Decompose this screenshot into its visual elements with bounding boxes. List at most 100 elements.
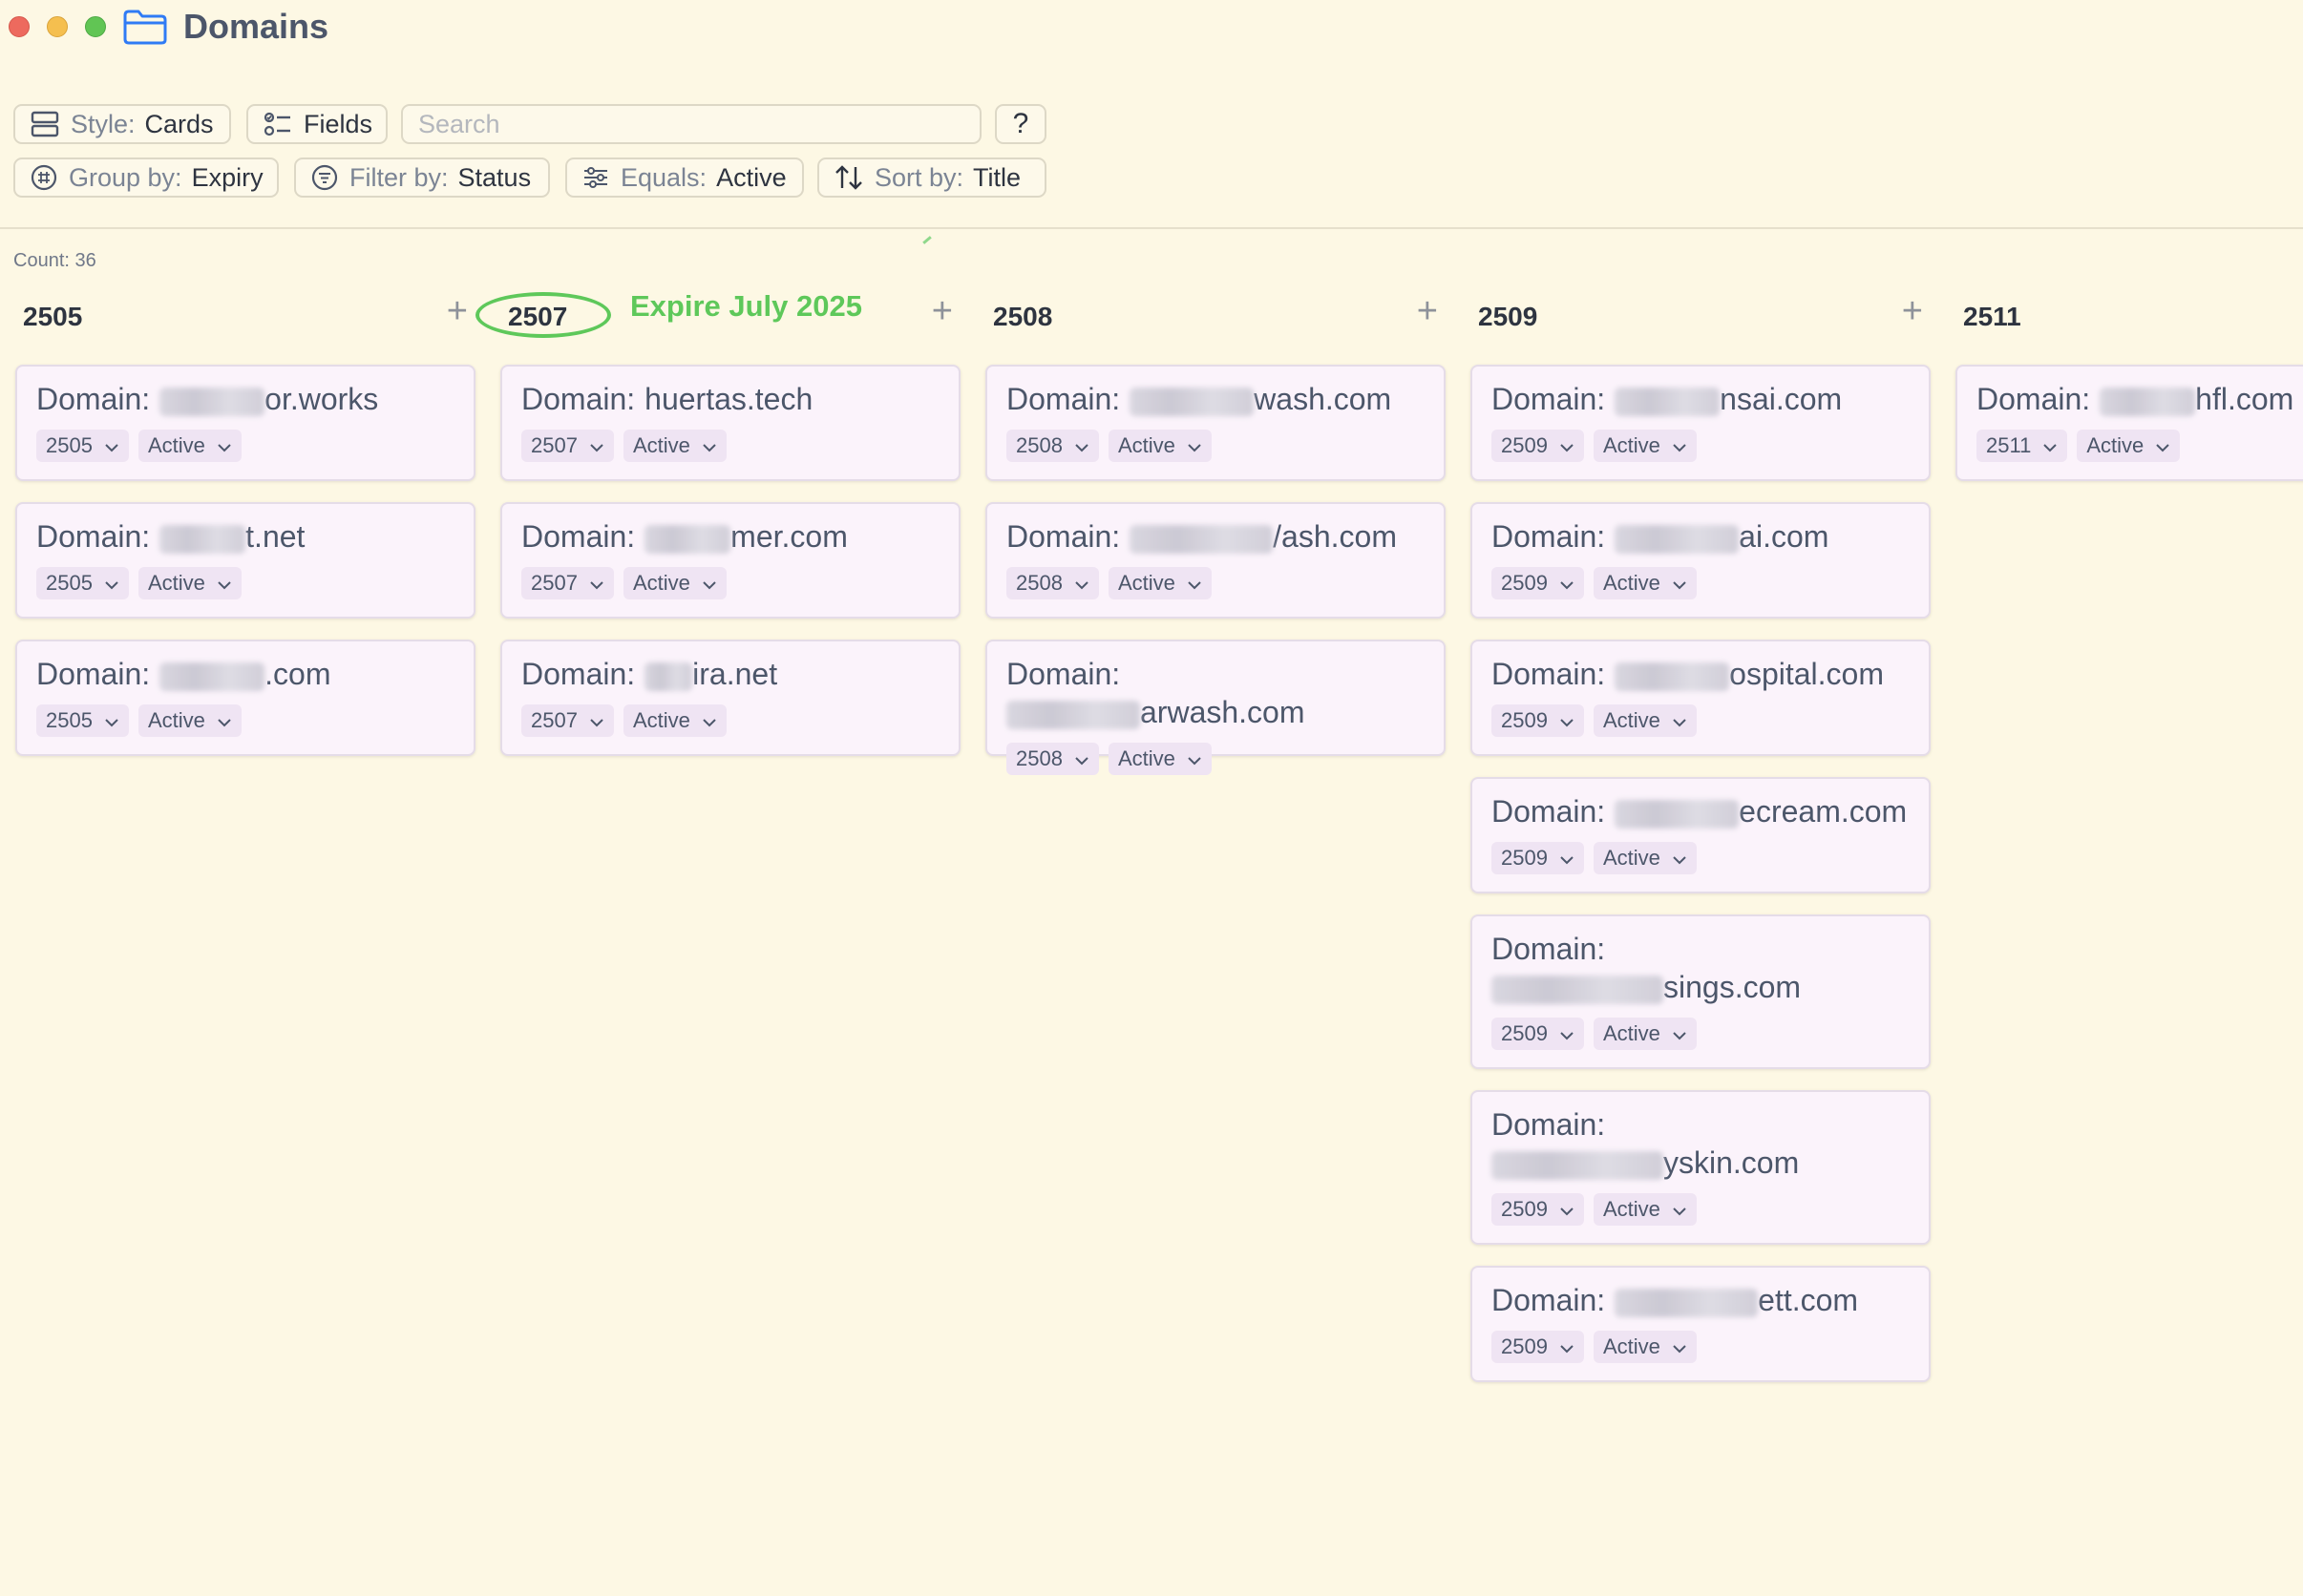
domain-card[interactable]: Domain: sings.com 2509 Active [1470,914,1931,1069]
expiry-dropdown[interactable]: 2509 [1491,1331,1584,1363]
sliders-icon [584,167,607,188]
expiry-value: 2508 [1016,433,1063,457]
domain-card[interactable]: Domain: arwash.com 2508 Active [985,640,1446,775]
status-value: Active [632,571,690,595]
add-card-button[interactable]: + [1417,292,1438,330]
domain-card[interactable]: Domain: .com 2505 Active [15,640,475,756]
status-dropdown[interactable]: Active [623,704,727,737]
column-title: 2509 [1478,302,1538,331]
sort-by-button[interactable]: Sort by: Title [817,158,1046,198]
group-by-button[interactable]: Group by: Expiry [13,158,279,198]
style-selector-button[interactable]: Style: Cards [13,104,231,144]
domain-card[interactable]: Domain: huertas.tech 2507 Active [500,365,961,481]
domain-prefix: Domain: [1491,1283,1606,1317]
style-value: Cards [144,109,214,138]
search-input[interactable] [401,104,982,144]
domain-prefix: Domain: [1491,657,1606,691]
chevron-down-icon [104,708,119,733]
expiry-dropdown[interactable]: 2505 [36,430,129,462]
expiry-dropdown[interactable]: 2507 [521,704,614,737]
status-value: Active [1602,708,1660,732]
expiry-dropdown[interactable]: 2511 [1976,430,2068,462]
expiry-dropdown[interactable]: 2508 [1006,430,1099,462]
expiry-dropdown[interactable]: 2509 [1491,1193,1584,1226]
chevron-down-icon [1074,433,1089,458]
status-dropdown[interactable]: Active [1593,1018,1697,1050]
chevron-down-icon [702,433,717,458]
domain-card[interactable]: Domain: ai.com 2509 Active [1470,502,1931,619]
sort-arrows-icon [835,165,862,190]
domain-card[interactable]: Domain: wash.com 2508 Active [985,365,1446,481]
card-title: Domain: ett.com [1491,1281,1910,1319]
chevron-down-icon [1559,1021,1574,1046]
status-dropdown[interactable]: Active [1108,567,1212,599]
expiry-dropdown[interactable]: 2505 [36,567,129,599]
expiry-dropdown[interactable]: 2509 [1491,567,1584,599]
expiry-value: 2511 [1986,433,2032,457]
domain-name: .com [264,657,331,691]
domain-prefix: Domain: [1491,382,1606,416]
zoom-window-button[interactable] [85,16,106,37]
card-title: Domain: ecream.com [1491,792,1910,830]
domain-card[interactable]: Domain: mer.com 2507 Active [500,502,961,619]
status-dropdown[interactable]: Active [1108,430,1212,462]
domain-card[interactable]: Domain: ira.net 2507 Active [500,640,961,756]
expiry-value: 2505 [46,571,93,595]
close-window-button[interactable] [9,16,30,37]
status-dropdown[interactable]: Active [1593,704,1697,737]
filter-by-label: Filter by: [349,162,449,192]
chevron-down-icon [1559,846,1574,871]
column-header: 2509 + [1470,286,1931,347]
add-card-button[interactable]: + [447,292,468,330]
expiry-dropdown[interactable]: 2508 [1006,567,1099,599]
chevron-down-icon [1074,746,1089,771]
filter-by-button[interactable]: Filter by: Status [294,158,550,198]
domain-card[interactable]: Domain: or.works 2505 Active [15,365,475,481]
domain-name: wash.com [1254,382,1392,416]
chevron-down-icon [702,708,717,733]
expiry-dropdown[interactable]: 2509 [1491,430,1584,462]
status-dropdown[interactable]: Active [137,430,242,462]
expiry-dropdown[interactable]: 2507 [521,430,614,462]
add-card-button[interactable]: + [1902,292,1923,330]
status-dropdown[interactable]: Active [2077,430,2181,462]
domain-card[interactable]: Domain: /ash.com 2508 Active [985,502,1446,619]
expiry-dropdown[interactable]: 2509 [1491,1018,1584,1050]
domain-card[interactable]: Domain: ecream.com 2509 Active [1470,777,1931,893]
domain-card[interactable]: Domain: ett.com 2509 Active [1470,1266,1931,1382]
expiry-dropdown[interactable]: 2508 [1006,743,1099,775]
status-dropdown[interactable]: Active [137,704,242,737]
domain-card[interactable]: Domain: nsai.com 2509 Active [1470,365,1931,481]
status-dropdown[interactable]: Active [1593,1331,1697,1363]
domain-card[interactable]: Domain: yskin.com 2509 Active [1470,1090,1931,1245]
add-card-button[interactable]: + [932,292,953,330]
card-title: Domain: /ash.com [1006,517,1425,556]
minimize-window-button[interactable] [47,16,68,37]
expiry-dropdown[interactable]: 2505 [36,704,129,737]
status-value: Active [147,433,205,457]
equals-button[interactable]: Equals: Active [565,158,804,198]
status-dropdown[interactable]: Active [1593,430,1697,462]
help-button[interactable]: ? [995,104,1046,144]
fields-button[interactable]: Fields [246,104,388,144]
card-title: Domain: ospital.com [1491,655,1910,693]
domain-card[interactable]: Domain: hfl.com 2511 Active [1955,365,2303,481]
domain-card[interactable]: Domain: t.net 2505 Active [15,502,475,619]
status-dropdown[interactable]: Active [1593,1193,1697,1226]
status-dropdown[interactable]: Active [1108,743,1212,775]
status-dropdown[interactable]: Active [1593,842,1697,874]
status-value: Active [147,708,205,732]
domain-prefix: Domain: [36,657,151,691]
domain-name: t.net [245,519,306,554]
status-dropdown[interactable]: Active [623,567,727,599]
status-value: Active [1117,746,1175,770]
redacted-text [644,524,731,554]
expiry-dropdown[interactable]: 2509 [1491,704,1584,737]
status-dropdown[interactable]: Active [137,567,242,599]
expiry-dropdown[interactable]: 2509 [1491,842,1584,874]
status-dropdown[interactable]: Active [623,430,727,462]
domain-card[interactable]: Domain: ospital.com 2509 Active [1470,640,1931,756]
status-dropdown[interactable]: Active [1593,567,1697,599]
fields-label: Fields [304,109,373,138]
expiry-dropdown[interactable]: 2507 [521,567,614,599]
